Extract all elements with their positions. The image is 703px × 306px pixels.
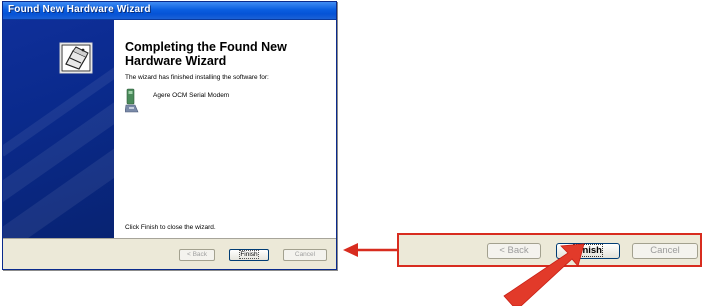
wizard-window: Found New Hardware Wizard Completing the… [2, 1, 337, 270]
connector-arrow [343, 243, 397, 257]
magnified-finish-button[interactable]: Finish [556, 243, 620, 259]
magnified-back-button[interactable]: < Back [487, 243, 541, 259]
magnified-finish-label: Finish [573, 244, 603, 257]
wizard-body-text: The wizard has finished installing the s… [125, 74, 269, 81]
wizard-heading: Completing the Found New Hardware Wizard [125, 40, 287, 68]
wizard-hardware-icon [59, 42, 93, 74]
device-name: Agere OCM Serial Modem [153, 92, 230, 99]
window-title: Found New Hardware Wizard [8, 4, 151, 15]
wizard-footer-text: Click Finish to close the wizard. [125, 224, 216, 231]
magnified-cancel-button[interactable]: Cancel [632, 243, 698, 259]
wizard-side-panel [3, 20, 114, 238]
wizard-content: Completing the Found New Hardware Wizard… [121, 20, 336, 238]
magnified-button-bar: < Back Finish Cancel [397, 233, 702, 267]
wizard-button-bar: < Back Finish Cancel [3, 238, 336, 269]
cancel-button[interactable]: Cancel [283, 249, 327, 261]
finish-button-label: Finish [239, 250, 259, 259]
back-button[interactable]: < Back [179, 249, 215, 261]
finish-button[interactable]: Finish [229, 249, 269, 261]
modem-icon [125, 88, 139, 113]
title-bar[interactable]: Found New Hardware Wizard [3, 2, 336, 20]
